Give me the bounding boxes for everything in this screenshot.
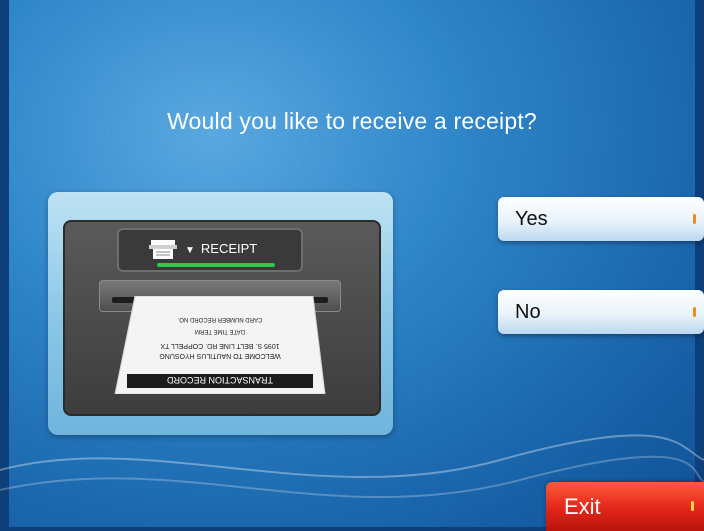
receipt-indicator-bar bbox=[157, 263, 275, 267]
down-arrow-icon: ▼ bbox=[185, 245, 195, 256]
receipt-paper-illustration: TRANSACTION RECORD WELCOME TO NAUTILUS H… bbox=[114, 296, 326, 394]
no-button-indicator-icon bbox=[693, 307, 696, 317]
exit-button-label: Exit bbox=[564, 494, 601, 519]
slip-line-1: TRANSACTION RECORD bbox=[167, 375, 274, 385]
printer-icon bbox=[149, 240, 177, 259]
receipt-question: Would you like to receive a receipt? bbox=[167, 108, 537, 134]
exit-button-indicator-icon bbox=[691, 501, 694, 511]
no-button[interactable]: No bbox=[498, 290, 704, 334]
receipt-label-box: ▼ RECEIPT bbox=[117, 228, 303, 272]
yes-button-label: Yes bbox=[515, 208, 548, 230]
atm-screen: Would you like to receive a receipt? ▼ RE… bbox=[0, 0, 704, 531]
receipt-label: ▼ RECEIPT bbox=[185, 241, 257, 256]
slip-line-2: WELCOME TO NAUTILUS HYOSUNG bbox=[159, 352, 280, 359]
exit-button[interactable]: Exit bbox=[546, 482, 704, 531]
receipt-label-text: RECEIPT bbox=[200, 241, 258, 256]
yes-button-indicator-icon bbox=[693, 214, 696, 224]
yes-button[interactable]: Yes bbox=[498, 197, 704, 241]
slip-line-5: CARD NUMBER RECORD NO. bbox=[177, 316, 262, 322]
receipt-printer-illustration: ▼ RECEIPT TRANSACTION RECORD WELCOME TO N… bbox=[63, 220, 381, 416]
no-button-label: No bbox=[515, 301, 541, 323]
slip-line-3: 1095 S. BELT LINE RD. COPPELL TX bbox=[160, 342, 280, 349]
receipt-illustration-panel: ▼ RECEIPT TRANSACTION RECORD WELCOME TO N… bbox=[48, 192, 393, 435]
slip-line-4: DATE TIME TERM bbox=[195, 328, 245, 334]
